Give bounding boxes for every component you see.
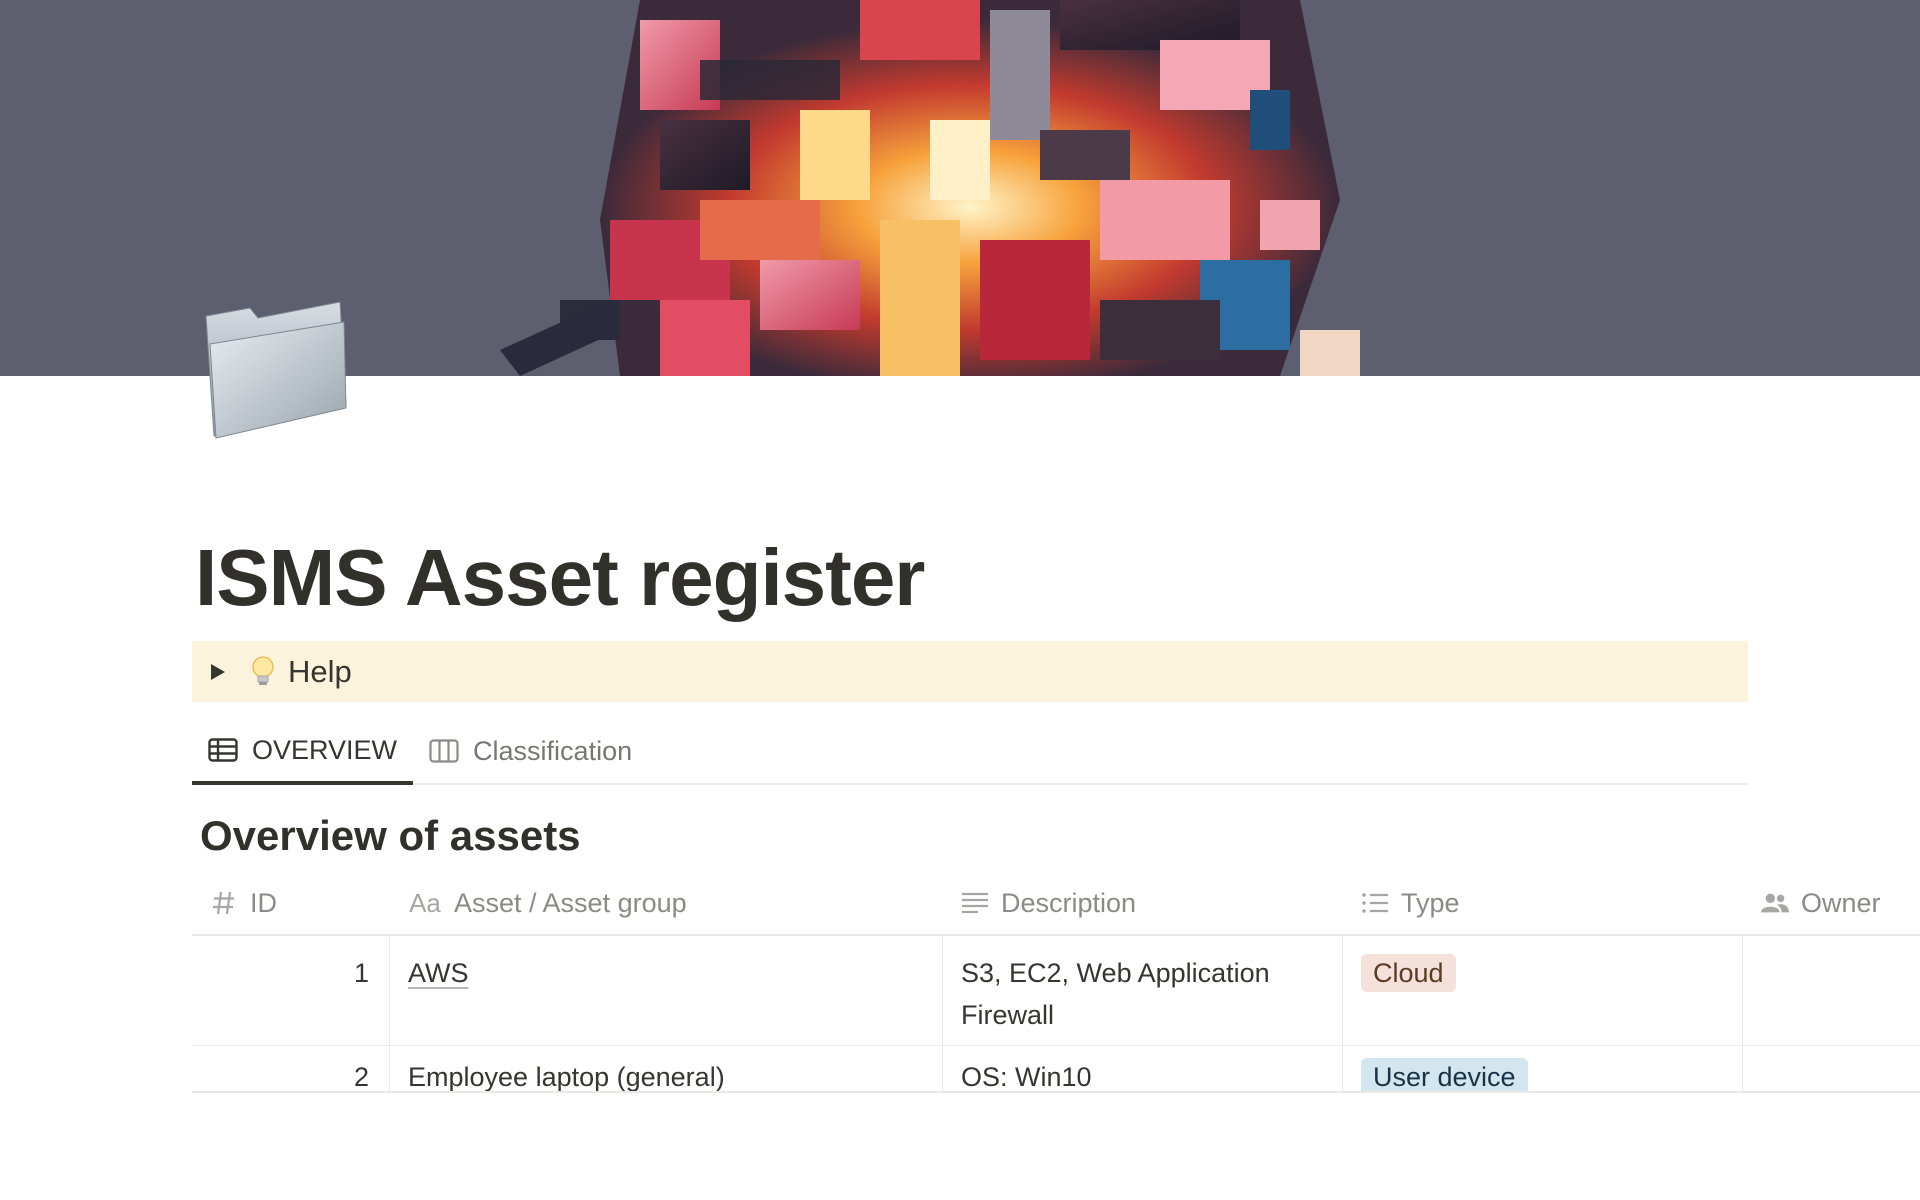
cell-owner[interactable] — [1743, 936, 1920, 1045]
people-icon — [1761, 889, 1789, 917]
list-icon — [1361, 889, 1389, 917]
help-label: Help — [288, 653, 352, 689]
asset-link[interactable]: Employee laptop (general) — [408, 1062, 725, 1091]
cell-asset[interactable]: Employee laptop (general) — [390, 1046, 943, 1091]
board-icon — [429, 738, 461, 764]
table-header: ID Aa Asset / Asset group Description Ty… — [192, 872, 1920, 936]
column-header-id[interactable]: ID — [192, 872, 390, 934]
column-header-asset[interactable]: Aa Asset / Asset group — [390, 872, 943, 934]
type-tag[interactable]: User device — [1361, 1058, 1528, 1091]
tab-overview-label: OVERVIEW — [252, 734, 398, 765]
page-title[interactable]: ISMS Asset register — [195, 532, 925, 624]
column-label: Type — [1401, 887, 1460, 918]
column-label: Asset / Asset group — [454, 887, 687, 918]
column-header-type[interactable]: Type — [1343, 872, 1743, 934]
cell-owner[interactable] — [1743, 1046, 1920, 1091]
column-header-description[interactable]: Description — [943, 872, 1343, 934]
database-title[interactable]: Overview of assets — [200, 812, 581, 860]
folder-icon[interactable] — [200, 296, 350, 442]
lines-icon — [961, 889, 989, 917]
assets-table: ID Aa Asset / Asset group Description Ty… — [192, 872, 1920, 1093]
view-tabs: OVERVIEW Classification — [192, 719, 1748, 785]
column-label: Owner — [1801, 887, 1881, 918]
cell-asset[interactable]: AWS — [390, 936, 943, 1045]
lightbulb-icon — [250, 655, 276, 688]
table-row[interactable]: 1 AWS S3, EC2, Web Application Firewall … — [192, 936, 1920, 1046]
column-label: ID — [250, 887, 277, 918]
cell-id[interactable]: 2 — [192, 1046, 390, 1091]
help-toggle[interactable]: Help — [192, 641, 1748, 702]
table-row[interactable]: 2 Employee laptop (general) OS: Win10 Us… — [192, 1046, 1920, 1093]
tab-classification[interactable]: Classification — [413, 719, 648, 783]
tab-classification-label: Classification — [473, 735, 633, 766]
text-aa-icon: Aa — [409, 887, 441, 918]
cell-type[interactable]: User device — [1343, 1046, 1743, 1091]
table-icon — [208, 737, 240, 763]
cell-description[interactable]: S3, EC2, Web Application Firewall — [943, 936, 1343, 1045]
toggle-arrow-icon[interactable] — [208, 662, 228, 682]
column-label: Description — [1001, 887, 1137, 918]
column-header-owner[interactable]: Owner — [1743, 872, 1920, 934]
tab-overview[interactable]: OVERVIEW — [192, 719, 414, 785]
cell-description[interactable]: OS: Win10 — [943, 1046, 1343, 1091]
number-icon — [210, 889, 238, 917]
asset-link[interactable]: AWS — [408, 958, 469, 988]
type-tag[interactable]: Cloud — [1361, 954, 1456, 992]
cell-type[interactable]: Cloud — [1343, 936, 1743, 1045]
cell-id[interactable]: 1 — [192, 936, 390, 1045]
